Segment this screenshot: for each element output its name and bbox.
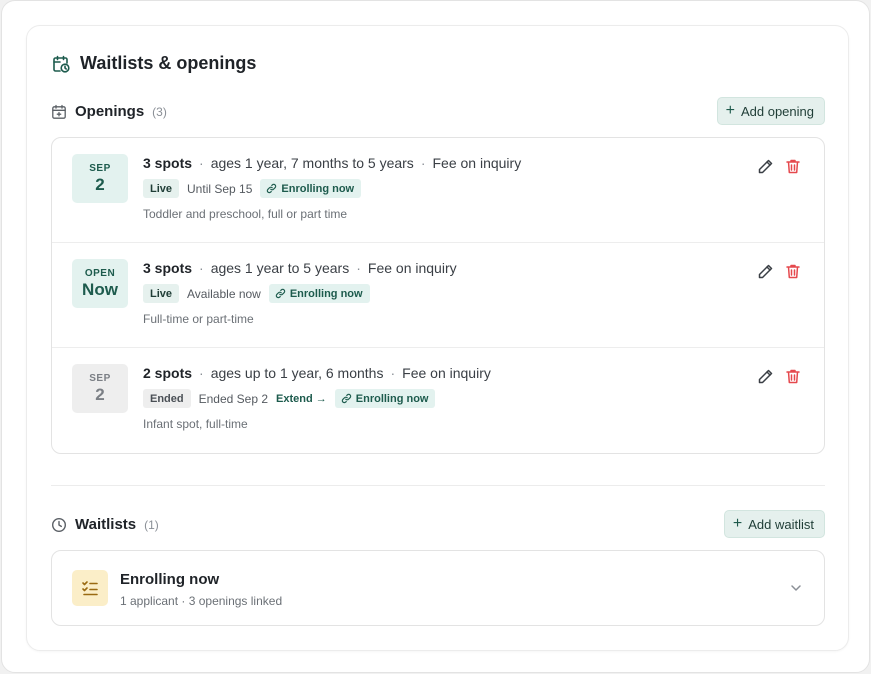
opening-status-line: Ended Ended Sep 2 Extend → Enrolling now: [143, 389, 491, 408]
waitlists-openings-panel: Waitlists & openings Openings (3) + Add …: [26, 25, 849, 651]
add-opening-button[interactable]: + Add opening: [716, 97, 825, 125]
opening-actions: [756, 367, 802, 385]
opening-date-badge: OPEN Now: [72, 259, 128, 308]
waitlist-card[interactable]: Enrolling now 1 applicant · 3 openings l…: [51, 550, 825, 626]
waitlist-link-chip[interactable]: Enrolling now: [260, 179, 362, 198]
calendar-clock-icon: [53, 55, 70, 73]
waitlist-title: Enrolling now: [120, 571, 220, 588]
chevron-down-icon[interactable]: [788, 580, 804, 596]
opening-date-month: SEP: [89, 162, 111, 174]
page-container: Waitlists & openings Openings (3) + Add …: [1, 0, 870, 673]
opening-date-month: SEP: [89, 372, 111, 384]
pencil-icon: [758, 159, 772, 173]
add-waitlist-button[interactable]: + Add waitlist: [723, 510, 825, 538]
opening-spots: 3 spots: [143, 155, 193, 171]
waitlists-header: Waitlists (1) + Add waitlist: [51, 510, 825, 538]
panel-title: Waitlists & openings: [80, 53, 257, 73]
opening-when: Ended Sep 2: [198, 391, 269, 406]
separator-dot: ·: [199, 155, 204, 171]
waitlist-link-chip[interactable]: Enrolling now: [334, 389, 436, 408]
opening-info: 3 spots · ages 1 year to 5 years · Fee on in…: [143, 260, 457, 326]
opening-note: Full-time or part-time: [143, 312, 254, 326]
status-badge: Live: [143, 179, 180, 198]
plus-icon: +: [732, 515, 743, 532]
opening-status-line: Live Available now Enrolling now: [143, 284, 457, 303]
panel-header: Waitlists & openings: [51, 53, 256, 74]
opening-date-month: OPEN: [84, 267, 116, 279]
opening-date-badge: SEP 2: [72, 364, 128, 413]
openings-label: Openings: [75, 103, 145, 120]
trash-icon: [786, 159, 800, 173]
opening-row: SEP 2 2 spots · ages up to 1 year, 6 month…: [52, 348, 824, 453]
separator-dot: ·: [356, 260, 361, 276]
status-badge: Live: [143, 284, 180, 303]
edit-button[interactable]: [756, 262, 774, 280]
delete-button[interactable]: [784, 367, 802, 385]
opening-note: Infant spot, full-time: [143, 417, 248, 431]
openings-count: (3): [152, 104, 167, 119]
plus-icon: +: [725, 102, 735, 119]
link-icon: [275, 288, 286, 299]
pencil-icon: [758, 369, 772, 383]
opening-info: 3 spots · ages 1 year, 7 months to 5 years…: [143, 155, 521, 221]
opening-fee: Fee on inquiry: [402, 365, 491, 381]
opening-date-badge: SEP 2: [72, 154, 128, 203]
opening-when: Available now: [187, 286, 261, 301]
delete-button[interactable]: [784, 262, 802, 280]
link-icon: [341, 393, 351, 404]
extend-link[interactable]: Extend →: [276, 393, 327, 405]
opening-spots: 2 spots: [143, 365, 193, 381]
add-opening-label: Add opening: [740, 103, 814, 119]
waitlists-label: Waitlists: [75, 516, 137, 533]
edit-button[interactable]: [756, 157, 774, 175]
openings-list: SEP 2 3 spots · ages 1 year, 7 months to 5…: [51, 137, 825, 454]
waitlists-count: (1): [144, 517, 159, 532]
pencil-icon: [758, 264, 772, 278]
separator-dot: ·: [199, 365, 204, 381]
opening-actions: [756, 262, 802, 280]
edit-button[interactable]: [756, 367, 774, 385]
separator-dot: ·: [420, 155, 426, 171]
delete-button[interactable]: [784, 157, 802, 175]
add-waitlist-label: Add waitlist: [748, 516, 814, 532]
trash-icon: [786, 369, 800, 383]
opening-date-day: 2: [95, 384, 105, 404]
opening-summary: 2 spots · ages up to 1 year, 6 months · Fee …: [143, 365, 491, 381]
opening-fee: Fee on inquiry: [432, 155, 522, 171]
opening-row: OPEN Now 3 spots · ages 1 year to 5 years ·…: [52, 243, 824, 348]
trash-icon: [786, 264, 800, 278]
opening-actions: [756, 157, 802, 175]
opening-ages: ages 1 year, 7 months to 5 years: [210, 155, 414, 171]
section-divider: [51, 485, 825, 486]
waitlist-link-label: Enrolling now: [355, 392, 429, 405]
opening-date-day: 2: [95, 174, 105, 194]
opening-summary: 3 spots · ages 1 year, 7 months to 5 years…: [143, 155, 521, 171]
opening-spots: 3 spots: [143, 260, 193, 276]
opening-ages: ages up to 1 year, 6 months: [210, 365, 384, 381]
opening-ages: ages 1 year to 5 years: [210, 260, 350, 276]
waitlist-subtitle: 1 applicant · 3 openings linked: [120, 594, 283, 608]
opening-summary: 3 spots · ages 1 year to 5 years · Fee on in…: [143, 260, 457, 276]
opening-when: Until Sep 15: [187, 181, 253, 196]
waitlist-link-label: Enrolling now: [289, 287, 363, 300]
waitlist-link-label: Enrolling now: [281, 182, 355, 195]
opening-note: Toddler and preschool, full or part time: [143, 207, 348, 221]
separator-dot: ·: [390, 365, 396, 381]
clock-icon: [51, 517, 67, 532]
opening-status-line: Live Until Sep 15 Enrolling now: [143, 179, 521, 198]
checklist-icon: [72, 570, 108, 606]
opening-row: SEP 2 3 spots · ages 1 year, 7 months to 5…: [52, 138, 824, 243]
opening-info: 2 spots · ages up to 1 year, 6 months · Fee …: [143, 365, 491, 431]
status-badge: Ended: [143, 389, 191, 408]
calendar-plus-icon: [52, 104, 66, 119]
waitlist-link-chip[interactable]: Enrolling now: [268, 284, 370, 303]
openings-header: Openings (3) + Add opening: [51, 97, 825, 125]
opening-fee: Fee on inquiry: [367, 260, 457, 276]
opening-date-day: Now: [82, 279, 118, 299]
separator-dot: ·: [199, 260, 204, 276]
link-icon: [267, 183, 277, 194]
